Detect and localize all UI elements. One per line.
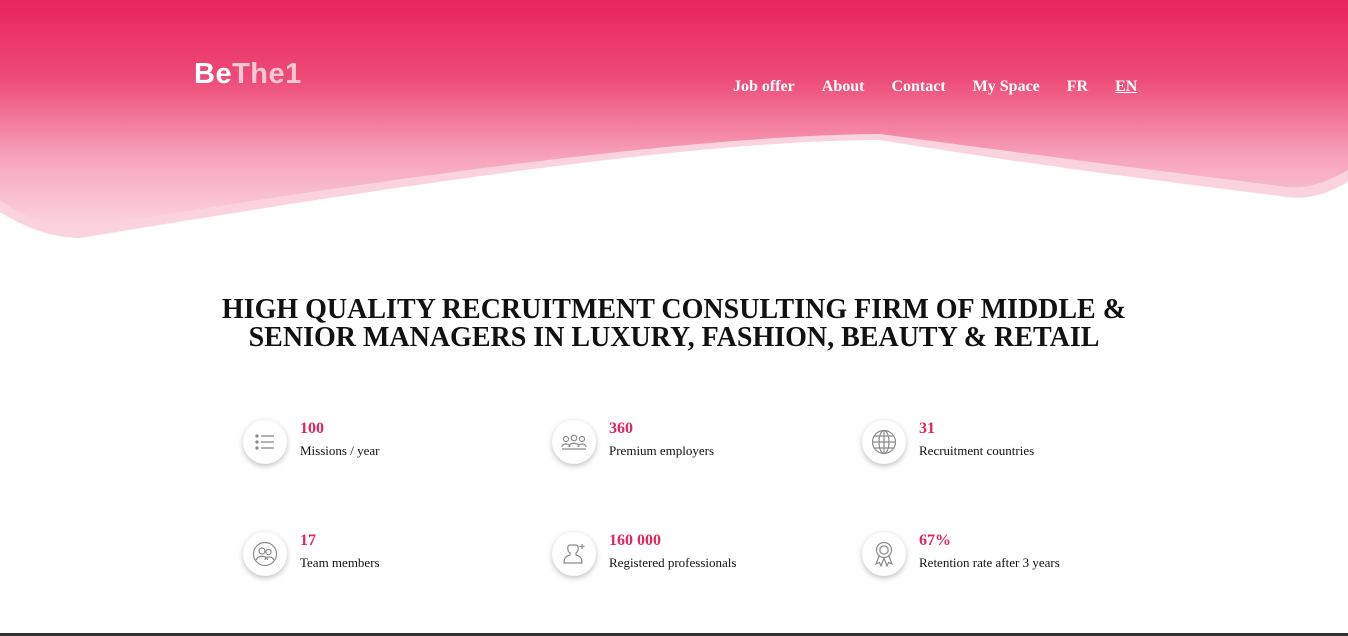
headline-line-1: HIGH QUALITY RECRUITMENT CONSULTING FIRM… — [221, 294, 1127, 325]
main-nav: Job offer About Contact My Space FR EN — [733, 78, 1164, 96]
nav-lang-fr[interactable]: FR — [1067, 78, 1088, 96]
stat-value: 100 — [300, 420, 324, 437]
headline-line-2: SENIOR MANAGERS IN LUXURY, FASHION, BEAU… — [248, 322, 1100, 353]
nav-lang-en[interactable]: EN — [1115, 78, 1137, 96]
logo-be: Be — [194, 58, 233, 90]
person-plus-icon — [552, 532, 596, 576]
stat-value: 31 — [919, 420, 935, 437]
award-icon — [862, 532, 906, 576]
stat-label: Premium employers — [609, 443, 715, 458]
globe-icon — [862, 420, 906, 464]
stat-value: 360 — [609, 420, 633, 437]
nav-about[interactable]: About — [822, 78, 865, 96]
stat-value: 17 — [300, 532, 316, 549]
page-headline: HIGH QUALITY RECRUITMENT CONSULTING FIRM… — [0, 296, 1348, 352]
stat-label: Team members — [300, 555, 380, 570]
nav-my-space[interactable]: My Space — [973, 78, 1040, 96]
stat-label: Recruitment countries — [919, 443, 1035, 458]
list-icon — [243, 420, 287, 464]
stat-value: 67% — [919, 532, 951, 549]
brand-logo[interactable]: BeThe1 — [194, 58, 302, 91]
logo-the1: The1 — [232, 58, 302, 90]
stat-label: Retention rate after 3 years — [919, 555, 1060, 570]
nav-job-offer[interactable]: Job offer — [733, 78, 795, 96]
nav-contact[interactable]: Contact — [891, 78, 945, 96]
stat-label: Missions / year — [300, 443, 380, 458]
group-icon — [552, 420, 596, 464]
hero-background — [0, 0, 1348, 238]
stat-value: 160 000 — [609, 532, 661, 549]
stat-label: Registered professionals — [609, 555, 737, 570]
team-icon — [243, 532, 287, 576]
